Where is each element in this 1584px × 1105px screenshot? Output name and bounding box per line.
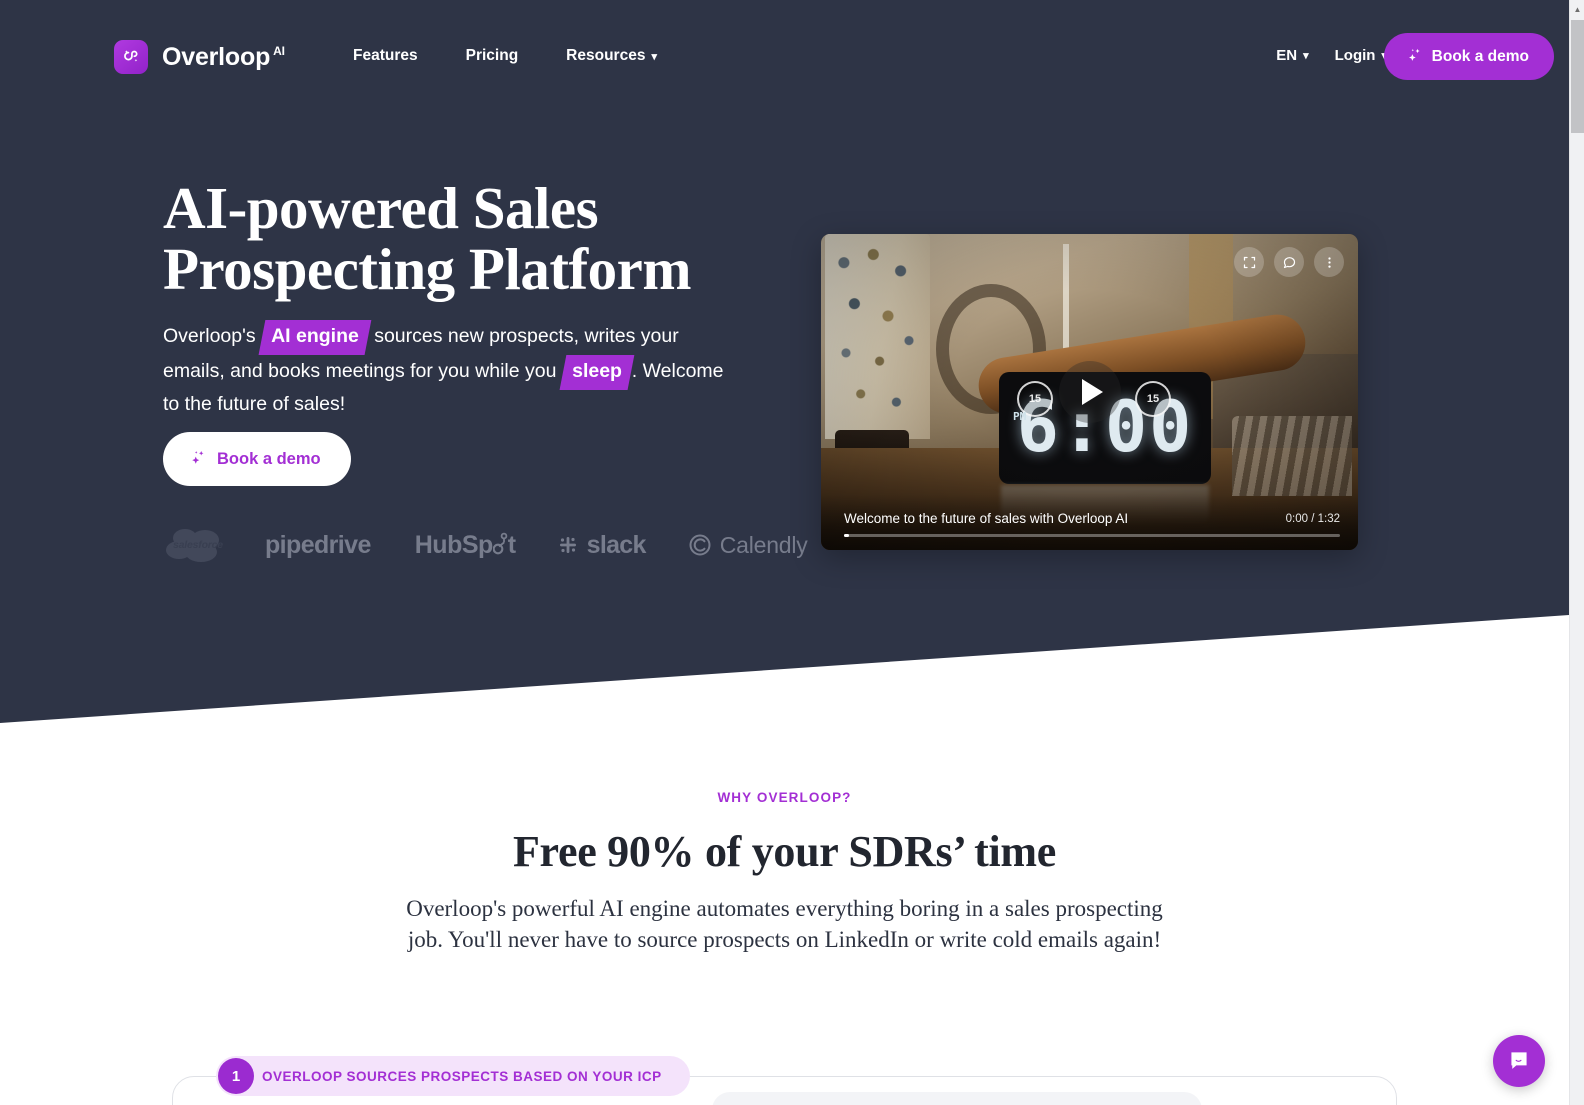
hero-content: AI-powered Sales Prospecting Platform Ov… xyxy=(163,178,763,421)
logo-salesforce-label: salesforce xyxy=(173,539,223,551)
video-time-display: 0:00 / 1:32 xyxy=(1285,513,1340,525)
book-a-demo-nav-button[interactable]: Book a demo xyxy=(1383,33,1554,80)
hero-title-line-1: AI-powered Sales xyxy=(163,175,599,241)
hero-highlight-sleep: sleep xyxy=(559,354,635,389)
why-body: Overloop's powerful AI engine automates … xyxy=(406,896,1163,952)
brand-name: Overloop AI xyxy=(162,43,285,72)
sparkle-icon xyxy=(1406,46,1423,68)
comment-bubble-icon[interactable] xyxy=(1274,247,1304,277)
logo-hubspot: HubSp t xyxy=(415,531,516,560)
nav-right-group: EN ▾ Login ▾ xyxy=(1276,47,1387,64)
main-navbar: Overloop AI Features Pricing Resources ▾ … xyxy=(0,33,1569,89)
partner-logos: salesforce pipedrive HubSp t slack Calen… xyxy=(165,523,808,567)
video-play-button[interactable] xyxy=(1058,361,1121,423)
video-progress-bar[interactable] xyxy=(844,534,1340,537)
hero-highlight-ai-engine: AI engine xyxy=(258,320,372,355)
chat-widget-button[interactable] xyxy=(1493,1035,1545,1087)
nav-item-features[interactable]: Features xyxy=(353,47,418,65)
login-menu-label: Login xyxy=(1334,47,1376,64)
page-root: Overloop AI Features Pricing Resources ▾ … xyxy=(0,0,1584,1105)
step-number: 1 xyxy=(218,1058,254,1094)
logo-hubspot-label: HubSp xyxy=(414,530,494,559)
hero-subtitle-part-1: Overloop's xyxy=(163,325,262,347)
language-selector[interactable]: EN ▾ xyxy=(1276,47,1308,64)
fullscreen-icon[interactable] xyxy=(1234,247,1264,277)
scrollbar-thumb[interactable] xyxy=(1571,20,1584,133)
video-title: Welcome to the future of sales with Over… xyxy=(844,511,1129,526)
step-card-illustration-panel xyxy=(712,1092,1202,1105)
book-a-demo-hero-label: Book a demo xyxy=(217,449,321,468)
book-a-demo-hero-button[interactable]: Book a demo xyxy=(163,432,351,486)
page-scrollbar[interactable]: ▲ xyxy=(1569,0,1584,1105)
nav-item-resources-label: Resources xyxy=(566,47,646,64)
logo-salesforce: salesforce xyxy=(165,523,227,567)
step-badge-label: OVERLOOP SOURCES PROSPECTS BASED ON YOUR… xyxy=(262,1068,662,1084)
book-a-demo-nav-label: Book a demo xyxy=(1431,47,1529,65)
video-bottom-bar: Welcome to the future of sales with Over… xyxy=(821,494,1358,550)
logo-pipedrive: pipedrive xyxy=(265,531,371,560)
why-title: Free 90% of your SDRs’ time xyxy=(512,827,1057,876)
step-badge: OVERLOOP SOURCES PROSPECTS BASED ON YOUR… xyxy=(216,1056,690,1096)
brand-superscript: AI xyxy=(273,44,285,59)
logo-calendly-label: Calendly xyxy=(719,531,808,558)
video-progress-fill xyxy=(844,534,849,537)
brand-logo[interactable]: Overloop AI xyxy=(114,40,285,74)
logo-slack-label: slack xyxy=(586,530,647,559)
logo-pipedrive-label: pipedrive xyxy=(265,530,371,559)
hero-title: AI-powered Sales Prospecting Platform xyxy=(163,178,763,300)
video-top-controls xyxy=(1234,247,1344,277)
language-selector-label: EN xyxy=(1276,47,1298,64)
sparkle-icon xyxy=(189,448,207,471)
logo-slack: slack xyxy=(556,531,646,560)
hero-video-player[interactable]: 6:00 15 15 PM xyxy=(821,234,1358,550)
chat-bubble-icon xyxy=(1511,1052,1527,1069)
why-eyebrow: WHY OVERLOOP? xyxy=(717,790,852,805)
play-icon xyxy=(1082,379,1103,405)
brand-name-text: Overloop xyxy=(162,42,271,71)
logo-calendly: Calendly xyxy=(688,532,808,559)
hero-title-line-2: Prospecting Platform xyxy=(163,236,691,302)
hero-highlight-ai-engine-text: AI engine xyxy=(271,325,359,347)
chevron-down-icon: ▾ xyxy=(651,50,657,63)
nav-item-pricing[interactable]: Pricing xyxy=(466,47,519,65)
logo-hubspot-tail: t xyxy=(507,530,516,559)
scrollbar-up-arrow[interactable]: ▲ xyxy=(1570,2,1584,17)
nav-item-pricing-label: Pricing xyxy=(465,47,519,64)
nav-item-resources[interactable]: Resources ▾ xyxy=(566,47,657,65)
hero-subtitle: Overloop's AI engine sources new prospec… xyxy=(163,320,741,421)
nav-item-features-label: Features xyxy=(353,47,418,64)
more-options-icon[interactable] xyxy=(1314,247,1344,277)
hero-highlight-sleep-text: sleep xyxy=(571,359,622,382)
nav-links: Features Pricing Resources ▾ xyxy=(353,47,657,65)
login-menu[interactable]: Login ▾ xyxy=(1335,47,1387,64)
chevron-down-icon: ▾ xyxy=(1303,50,1309,62)
overloop-logo-icon xyxy=(114,40,148,74)
why-overloop-section: WHY OVERLOOP? Free 90% of your SDRs’ tim… xyxy=(0,790,1569,955)
